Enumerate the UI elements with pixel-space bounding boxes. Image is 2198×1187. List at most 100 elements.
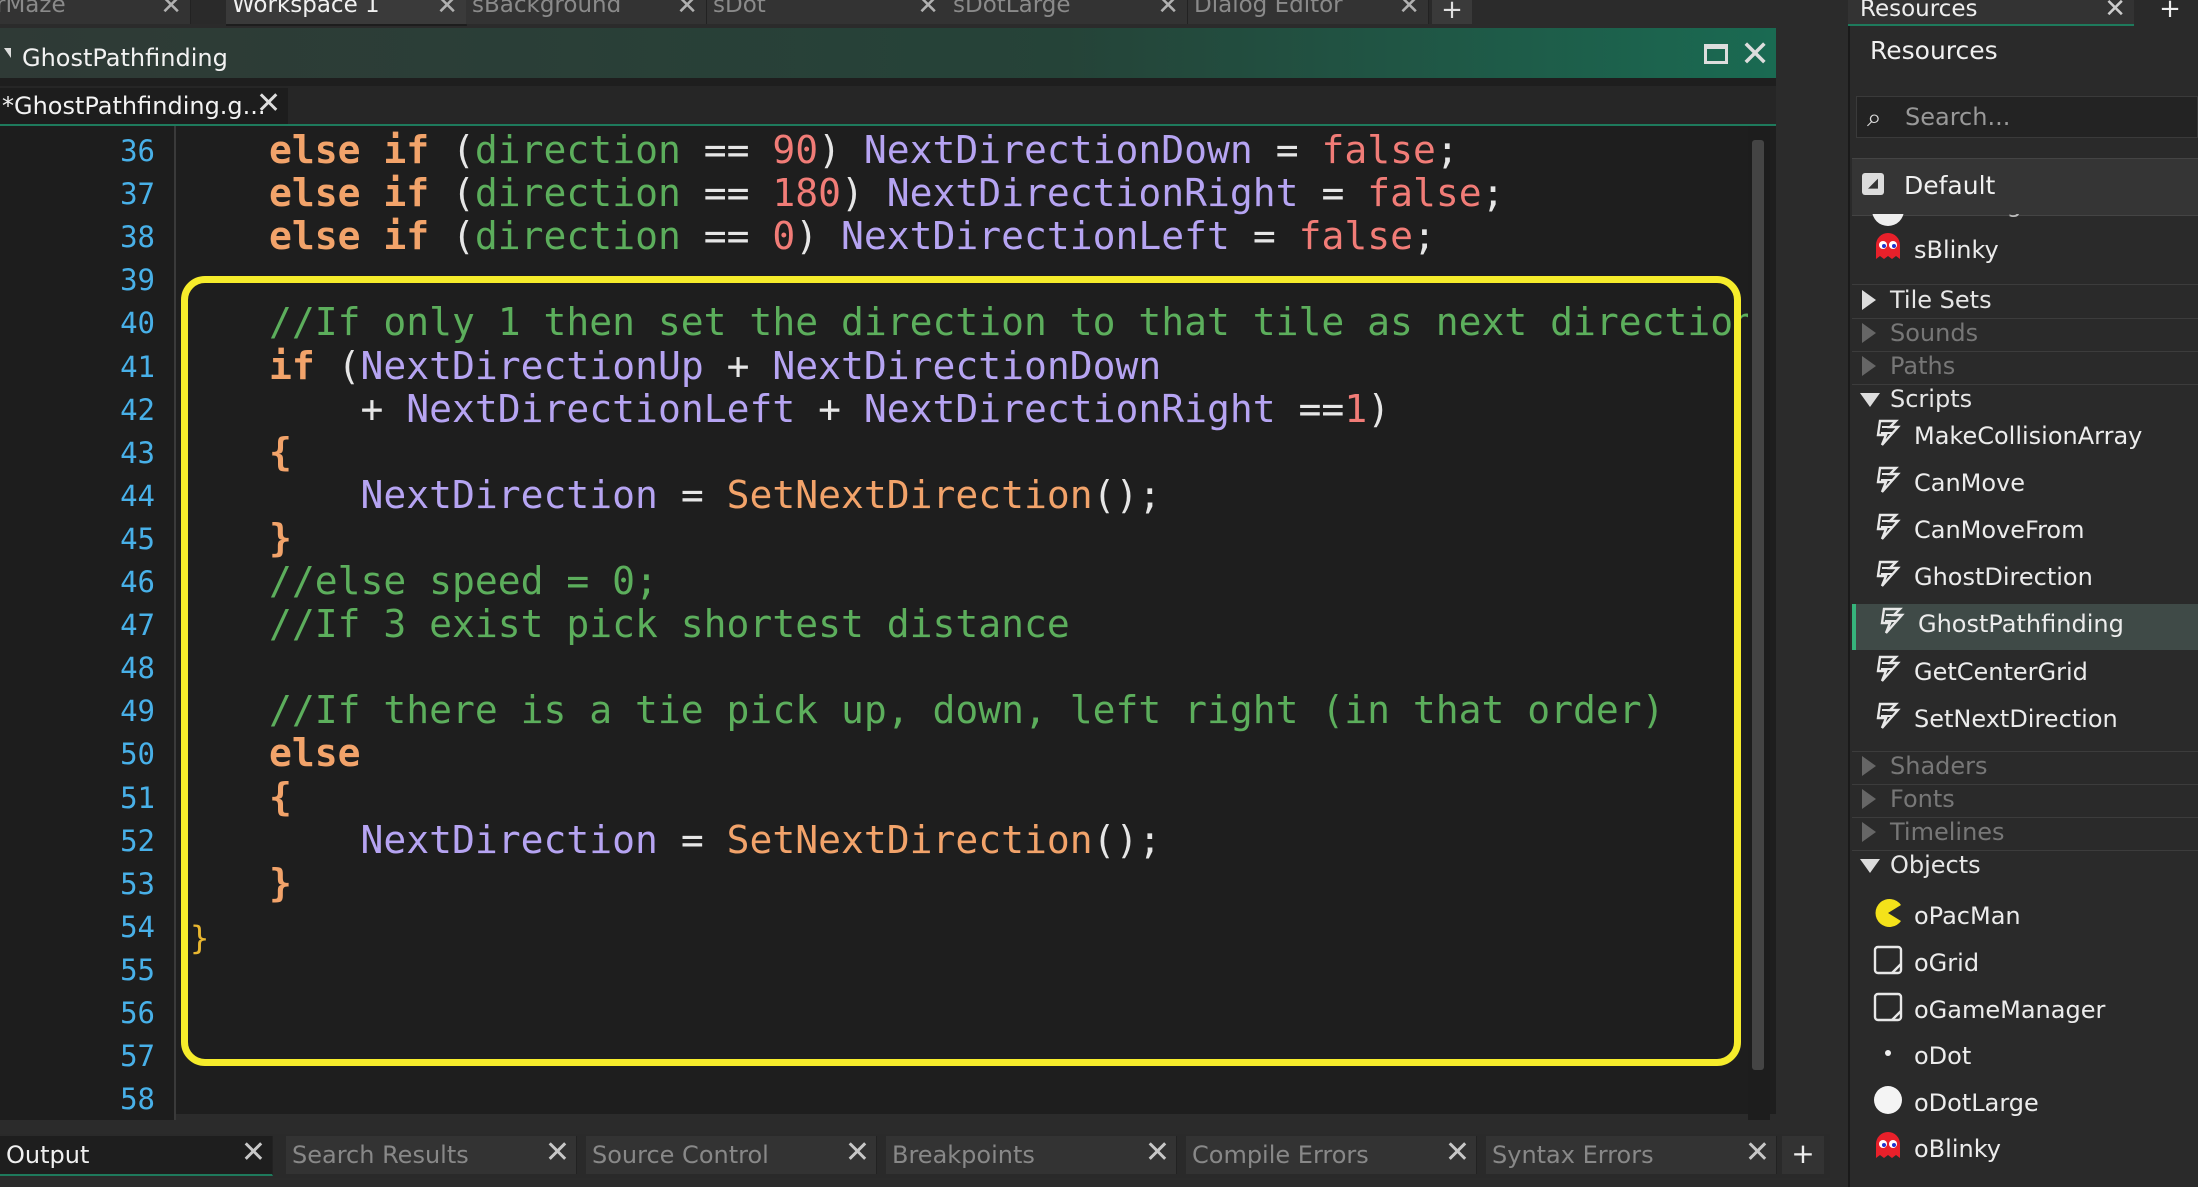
tree-category[interactable]: Shaders (1852, 750, 2198, 783)
code-token: = (1298, 171, 1368, 216)
tree-item[interactable]: CanMoveFrom (1852, 510, 2198, 556)
close-tab-icon[interactable]: ✕ (256, 88, 281, 122)
collapsed-arrow-icon[interactable] (1862, 323, 1876, 343)
close-tab-icon[interactable]: ✕ (545, 1136, 570, 1172)
tree-item-label: CanMove (1914, 469, 2026, 497)
workspace-tab[interactable]: sBackground ✕ (466, 0, 707, 24)
resource-search-input[interactable]: ⌕ Search... (1856, 96, 2198, 138)
line-number: 37 (120, 177, 155, 212)
tree-item[interactable]: oDot (1852, 1036, 2198, 1082)
workspace-tab[interactable]: rMaze ✕ (0, 0, 191, 24)
close-tab-icon[interactable]: ✕ (436, 0, 458, 19)
collapsed-arrow-icon[interactable] (1862, 822, 1876, 842)
output-tab-label: Source Control (592, 1141, 769, 1169)
collapsed-arrow-icon[interactable] (1862, 756, 1876, 776)
code-token: NextDirectionRight (886, 171, 1299, 216)
close-tab-icon[interactable]: ✕ (160, 0, 182, 19)
maximize-icon[interactable] (1704, 44, 1728, 64)
collapsed-arrow-icon[interactable] (1862, 356, 1876, 376)
add-output-tab-button[interactable]: + (1782, 1136, 1824, 1174)
output-tab[interactable]: Source Control ✕ (586, 1136, 877, 1174)
code-token: ; (1412, 214, 1436, 259)
close-tab-icon[interactable]: ✕ (845, 1136, 870, 1172)
tree-item[interactable]: GhostPathfinding (1852, 604, 2198, 650)
resources-tab[interactable]: Resources ✕ (1848, 0, 2134, 26)
tree-item[interactable]: GhostDirection (1852, 557, 2198, 603)
tree-item[interactable]: oGrid (1852, 943, 2198, 989)
tree-separator (1852, 784, 2198, 785)
tree-category[interactable]: Timelines (1852, 816, 2198, 849)
close-tab-icon[interactable]: ✕ (917, 0, 939, 19)
tree-item[interactable]: oGameManager (1852, 990, 2198, 1036)
close-tab-icon[interactable]: ✕ (1398, 0, 1420, 19)
close-tab-icon[interactable]: ✕ (676, 0, 698, 19)
add-workspace-button[interactable]: + (1432, 0, 1472, 24)
tree-item[interactable]: SetNextDirection (1852, 699, 2198, 745)
close-editor-icon[interactable]: ✕ (1740, 34, 1770, 75)
output-tab[interactable]: Search Results ✕ (286, 1136, 577, 1174)
expanded-arrow-icon[interactable] (1860, 859, 1880, 873)
tree-item[interactable]: MakeCollisionArray (1852, 416, 2198, 462)
object-empty-icon (1872, 991, 1904, 1023)
close-resources-icon[interactable]: ✕ (2104, 0, 2126, 24)
line-number: 36 (120, 134, 155, 168)
collapsed-arrow-icon[interactable] (1862, 789, 1876, 809)
output-tab[interactable]: Compile Errors ✕ (1186, 1136, 1477, 1174)
code-token: 180 (772, 171, 841, 216)
tree-separator (1852, 318, 2198, 319)
tree-item[interactable]: CanMove (1852, 463, 2198, 509)
code-token: ( (429, 214, 475, 259)
add-resource-tab-button[interactable]: + (2150, 0, 2190, 24)
tree-separator (1852, 284, 2198, 285)
output-tab[interactable]: Breakpoints ✕ (886, 1136, 1177, 1174)
tree-item[interactable]: sBlinky (1852, 230, 2198, 276)
line-number: 40 (120, 306, 155, 341)
collapsed-arrow-icon[interactable] (1862, 290, 1876, 310)
code-line: else if (direction == 0) NextDirectionLe… (269, 216, 1436, 256)
vertical-scrollbar-thumb[interactable] (1752, 140, 1764, 1070)
code-token: direction (474, 128, 681, 172)
code-token: = (1229, 214, 1299, 259)
close-tab-icon[interactable]: ✕ (241, 1136, 266, 1172)
line-number: 41 (120, 349, 155, 384)
close-tab-icon[interactable]: ✕ (1445, 1136, 1470, 1172)
workspace-tab[interactable]: Dialog Editor ✕ (1188, 0, 1429, 24)
close-tab-icon[interactable]: ✕ (1157, 0, 1179, 19)
tree-item-label: oPacMan (1914, 902, 2021, 930)
tree-category[interactable]: Scripts (1852, 383, 2198, 416)
close-tab-icon[interactable]: ✕ (1745, 1136, 1770, 1172)
tree-item-label: oDot (1914, 1042, 1972, 1070)
tree-category[interactable]: Tile Sets (1852, 284, 2198, 317)
pacman-icon (1872, 897, 1904, 929)
tree-item[interactable]: GetCenterGrid (1852, 652, 2198, 698)
tree-category[interactable]: Paths (1852, 350, 2198, 383)
resource-group-default[interactable]: ◢ Default (1852, 158, 2198, 216)
code-token: == (680, 171, 773, 216)
tree-category[interactable]: Fonts (1852, 783, 2198, 816)
close-tab-icon[interactable]: ✕ (1145, 1136, 1170, 1172)
tree-item[interactable]: oBlinky (1852, 1129, 2198, 1175)
output-tab-label: Breakpoints (892, 1141, 1035, 1169)
code-line: else if (direction == 180) NextDirection… (269, 173, 1504, 213)
workspace-tab[interactable]: Workspace 1 ✕ (226, 0, 467, 26)
text-caret: } (190, 919, 210, 957)
workspace-tab[interactable]: sDot ✕ (707, 0, 948, 24)
file-tab-label: *GhostPathfinding.g... (2, 92, 266, 120)
tree-item-label: GhostDirection (1914, 563, 2093, 591)
tree-item[interactable]: oPacMan (1852, 896, 2198, 942)
tree-category[interactable]: Sounds (1852, 317, 2198, 350)
output-tab-label: Search Results (292, 1141, 469, 1169)
expanded-arrow-icon[interactable] (1860, 393, 1880, 407)
file-tab[interactable]: *GhostPathfinding.g... ✕ (0, 88, 288, 124)
collapse-arrow-icon[interactable] (4, 48, 11, 58)
output-tab[interactable]: Output ✕ (0, 1136, 273, 1176)
workspace-tab-label: sDotLarge (953, 0, 1071, 18)
output-tab[interactable]: Syntax Errors ✕ (1486, 1136, 1777, 1174)
line-number: 42 (120, 392, 155, 427)
script-icon (1872, 700, 1904, 732)
output-tab-label: Compile Errors (1192, 1141, 1369, 1169)
tree-item[interactable]: oDotLarge (1852, 1083, 2198, 1129)
tree-category[interactable]: Objects (1852, 849, 2198, 882)
workspace-tab[interactable]: sDotLarge ✕ (947, 0, 1188, 24)
search-placeholder: Search... (1905, 103, 2011, 131)
